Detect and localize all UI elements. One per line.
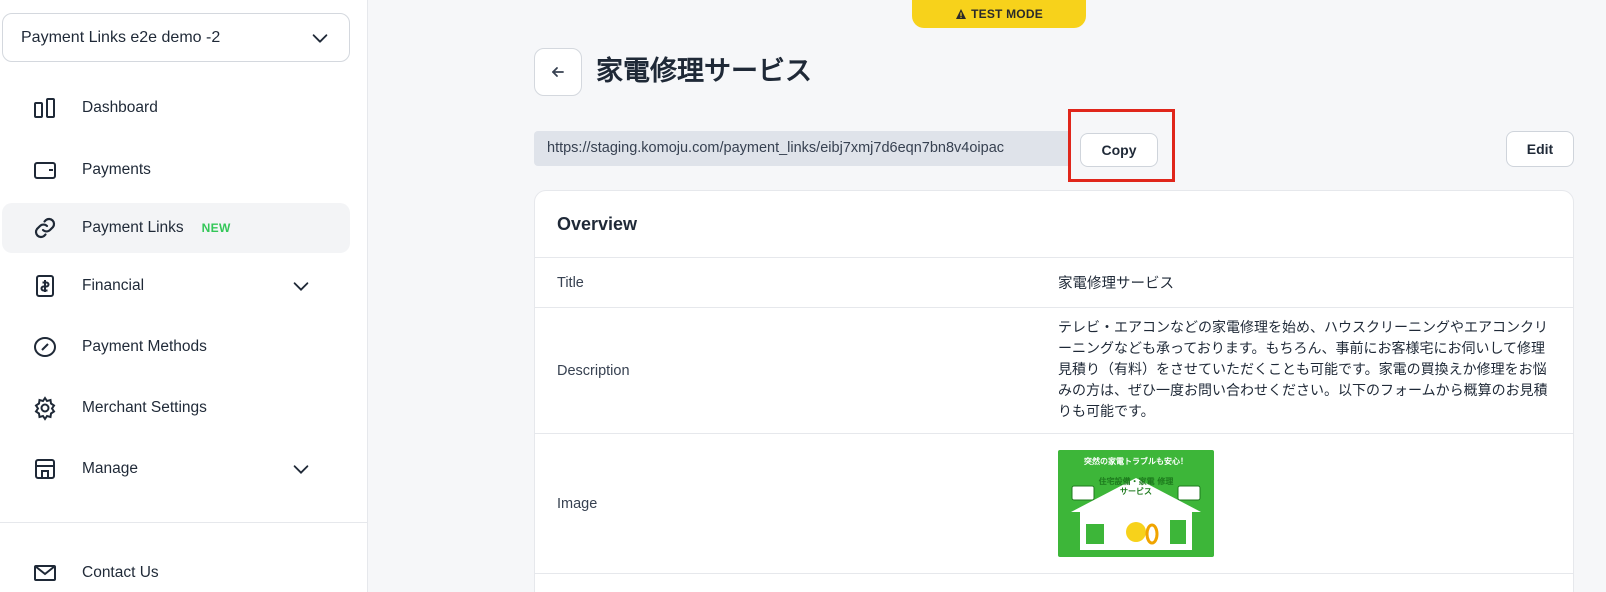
arrow-left-icon (552, 67, 564, 77)
sidebar-item-label: Merchant Settings (82, 399, 207, 416)
table-row: Description テレビ・エアコンなどの家電修理を始め、ハウスクリーニング… (535, 308, 1573, 434)
image-caption: 住宅設備・家電 修理サービス (1098, 477, 1174, 496)
sidebar-item-label: Contact Us (82, 564, 159, 581)
row-value: 突然の家電トラブルも安心！ 住宅設備・家電 修理サービス (1058, 434, 1573, 573)
sidebar-item-financial[interactable]: Financial (2, 261, 350, 311)
chevron-down-icon (312, 33, 328, 43)
overview-heading: Overview (535, 191, 1573, 258)
payment-link-url[interactable]: https://staging.komoju.com/payment_links… (534, 131, 1068, 166)
new-badge: NEW (201, 221, 231, 235)
test-mode-banner: TEST MODE (912, 0, 1086, 28)
sidebar-item-label: Dashboard (82, 99, 158, 116)
wallet-icon (32, 157, 58, 183)
table-row: Image 突然の家電トラブルも安心！ 住宅設備・家電 修理サービス (535, 434, 1573, 574)
coin-icon (32, 334, 58, 360)
sidebar-divider (0, 522, 368, 523)
copy-button[interactable]: Copy (1080, 133, 1158, 167)
sidebar-item-payments[interactable]: Payments (2, 145, 350, 195)
sidebar-item-dashboard[interactable]: Dashboard (2, 83, 350, 133)
warning-icon (956, 9, 967, 19)
account-select[interactable]: Payment Links e2e demo -2 (2, 13, 350, 62)
row-value: 家電修理サービス (1058, 276, 1174, 292)
sidebar-item-label: Financial (82, 277, 145, 294)
sidebar-item-label: Payment Methods (82, 338, 207, 355)
sidebar-item-label: Payment Links (82, 219, 184, 236)
sidebar-item-label: Payments (82, 161, 151, 178)
link-icon (32, 215, 58, 241)
row-key: Title (557, 274, 584, 291)
overview-card: Overview Title 家電修理サービス Description テレビ・… (534, 190, 1574, 592)
sidebar-item-manage[interactable]: Manage (2, 444, 350, 494)
gear-icon (32, 395, 58, 421)
back-button[interactable] (534, 48, 582, 96)
dashboard-icon (32, 95, 58, 121)
row-value: テレビ・エアコンなどの家電修理を始め、ハウスクリーニングやエアコンクリーニングな… (1058, 320, 1548, 420)
edit-button[interactable]: Edit (1506, 131, 1574, 167)
document-dollar-icon (32, 273, 58, 299)
test-mode-text: TEST MODE (971, 7, 1043, 21)
payment-link-image: 突然の家電トラブルも安心！ 住宅設備・家電 修理サービス (1058, 450, 1214, 557)
image-banner-text: 突然の家電トラブルも安心！ (1084, 457, 1188, 466)
main-content: TEST MODE 家電修理サービス https://staging.komoj… (368, 0, 1606, 592)
row-key: Description (557, 362, 630, 379)
page-title: 家電修理サービス (596, 56, 812, 87)
sidebar-item-payment-methods[interactable]: Payment Methods (2, 322, 350, 372)
mail-icon (32, 560, 58, 586)
table-row: Title 家電修理サービス (535, 258, 1573, 308)
sidebar-item-label: Manage (82, 460, 139, 477)
chevron-down-icon[interactable] (290, 458, 312, 480)
row-key: Image (557, 495, 598, 512)
store-icon (32, 456, 58, 482)
sidebar-item-merchant-settings[interactable]: Merchant Settings (2, 383, 350, 433)
chevron-down-icon[interactable] (290, 275, 312, 297)
sidebar: Payment Links e2e demo -2 Dashboard Paym… (0, 0, 368, 592)
app-window: Payment Links e2e demo -2 Dashboard Paym… (0, 0, 1606, 592)
sidebar-item-contact-us[interactable]: Contact Us (2, 548, 350, 592)
account-name: Payment Links e2e demo -2 (21, 28, 221, 46)
sidebar-item-payment-links[interactable]: Payment Links NEW (2, 203, 350, 253)
